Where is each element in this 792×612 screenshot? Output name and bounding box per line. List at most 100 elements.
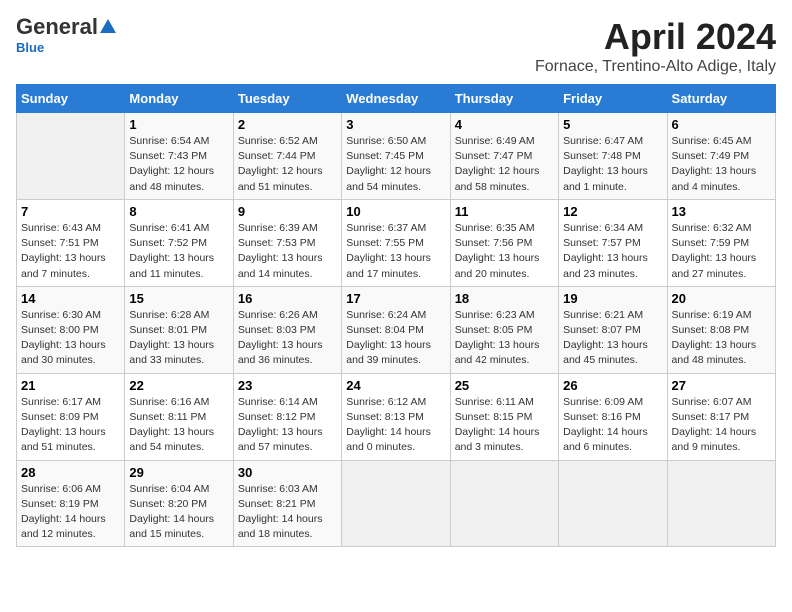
calendar-cell: 4 Sunrise: 6:49 AMSunset: 7:47 PMDaylight… bbox=[450, 113, 558, 200]
day-info: Sunrise: 6:06 AMSunset: 8:19 PMDaylight:… bbox=[21, 482, 120, 543]
day-info: Sunrise: 6:14 AMSunset: 8:12 PMDaylight:… bbox=[238, 395, 337, 456]
day-number: 16 bbox=[238, 291, 337, 306]
calendar-cell: 3Sunrise: 6:50 AMSunset: 7:45 PMDaylight… bbox=[342, 113, 450, 200]
day-number: 1 bbox=[129, 117, 228, 132]
calendar-cell: 27Sunrise: 6:07 AMSunset: 8:17 PMDayligh… bbox=[667, 373, 775, 460]
calendar-cell: 26Sunrise: 6:09 AMSunset: 8:16 PMDayligh… bbox=[559, 373, 667, 460]
calendar-cell: 13 Sunrise: 6:32 AMSunset: 7:59 PMDayligh… bbox=[667, 199, 775, 286]
calendar-cell bbox=[559, 460, 667, 547]
day-info: Sunrise: 6:19 AMSunset: 8:08 PMDaylight:… bbox=[672, 308, 771, 369]
day-info: Sunrise: 6:49 AMSunset: 7:47 PMDaylight:… bbox=[455, 134, 554, 195]
calendar-cell: 23 Sunrise: 6:14 AMSunset: 8:12 PMDayligh… bbox=[233, 373, 341, 460]
calendar-cell: 20 Sunrise: 6:19 AMSunset: 8:08 PMDayligh… bbox=[667, 286, 775, 373]
page-title: April 2024 bbox=[535, 16, 776, 58]
day-info: Sunrise: 6:41 AMSunset: 7:52 PMDaylight:… bbox=[129, 221, 228, 282]
day-number: 13 bbox=[672, 204, 771, 219]
calendar-cell: 6 Sunrise: 6:45 AMSunset: 7:49 PMDaylight… bbox=[667, 113, 775, 200]
day-info: Sunrise: 6:54 AMSunset: 7:43 PMDaylight:… bbox=[129, 134, 228, 195]
calendar-cell: 22Sunrise: 6:16 AMSunset: 8:11 PMDayligh… bbox=[125, 373, 233, 460]
calendar-week-row: 7 Sunrise: 6:43 AMSunset: 7:51 PMDaylight… bbox=[17, 199, 776, 286]
day-info: Sunrise: 6:17 AMSunset: 8:09 PMDaylight:… bbox=[21, 395, 120, 456]
day-number: 8 bbox=[129, 204, 228, 219]
calendar-cell: 10 Sunrise: 6:37 AMSunset: 7:55 PMDayligh… bbox=[342, 199, 450, 286]
calendar-cell: 11 Sunrise: 6:35 AMSunset: 7:56 PMDayligh… bbox=[450, 199, 558, 286]
day-number: 2 bbox=[238, 117, 337, 132]
calendar-cell: 16 Sunrise: 6:26 AMSunset: 8:03 PMDayligh… bbox=[233, 286, 341, 373]
calendar-cell: 12Sunrise: 6:34 AMSunset: 7:57 PMDayligh… bbox=[559, 199, 667, 286]
day-number: 14 bbox=[21, 291, 120, 306]
calendar-cell: 18 Sunrise: 6:23 AMSunset: 8:05 PMDayligh… bbox=[450, 286, 558, 373]
calendar-day-header: Friday bbox=[559, 85, 667, 113]
calendar-cell bbox=[342, 460, 450, 547]
calendar-cell: 19 Sunrise: 6:21 AMSunset: 8:07 PMDayligh… bbox=[559, 286, 667, 373]
day-info: Sunrise: 6:26 AMSunset: 8:03 PMDaylight:… bbox=[238, 308, 337, 369]
day-number: 24 bbox=[346, 378, 445, 393]
day-number: 11 bbox=[455, 204, 554, 219]
day-number: 17 bbox=[346, 291, 445, 306]
calendar-cell: 9 Sunrise: 6:39 AMSunset: 7:53 PMDaylight… bbox=[233, 199, 341, 286]
calendar-cell: 28Sunrise: 6:06 AMSunset: 8:19 PMDayligh… bbox=[17, 460, 125, 547]
day-info: Sunrise: 6:43 AMSunset: 7:51 PMDaylight:… bbox=[21, 221, 120, 282]
day-number: 25 bbox=[455, 378, 554, 393]
calendar-cell: 5 Sunrise: 6:47 AMSunset: 7:48 PMDaylight… bbox=[559, 113, 667, 200]
day-number: 9 bbox=[238, 204, 337, 219]
calendar-cell: 2 Sunrise: 6:52 AMSunset: 7:44 PMDaylight… bbox=[233, 113, 341, 200]
calendar-day-header: Sunday bbox=[17, 85, 125, 113]
day-number: 19 bbox=[563, 291, 662, 306]
calendar-cell: 14Sunrise: 6:30 AMSunset: 8:00 PMDayligh… bbox=[17, 286, 125, 373]
calendar-cell: 29 Sunrise: 6:04 AMSunset: 8:20 PMDayligh… bbox=[125, 460, 233, 547]
calendar-table: SundayMondayTuesdayWednesdayThursdayFrid… bbox=[16, 84, 776, 547]
day-info: Sunrise: 6:45 AMSunset: 7:49 PMDaylight:… bbox=[672, 134, 771, 195]
day-info: Sunrise: 6:21 AMSunset: 8:07 PMDaylight:… bbox=[563, 308, 662, 369]
day-info: Sunrise: 6:11 AMSunset: 8:15 PMDaylight:… bbox=[455, 395, 554, 456]
day-number: 12 bbox=[563, 204, 662, 219]
day-number: 18 bbox=[455, 291, 554, 306]
calendar-week-row: 14Sunrise: 6:30 AMSunset: 8:00 PMDayligh… bbox=[17, 286, 776, 373]
day-number: 23 bbox=[238, 378, 337, 393]
logo-blue: Blue bbox=[16, 40, 44, 55]
calendar-body: 1 Sunrise: 6:54 AMSunset: 7:43 PMDaylight… bbox=[17, 113, 776, 547]
logo-icon bbox=[99, 17, 117, 35]
calendar-cell: 1 Sunrise: 6:54 AMSunset: 7:43 PMDaylight… bbox=[125, 113, 233, 200]
day-number: 6 bbox=[672, 117, 771, 132]
day-number: 21 bbox=[21, 378, 120, 393]
day-number: 4 bbox=[455, 117, 554, 132]
calendar-week-row: 1 Sunrise: 6:54 AMSunset: 7:43 PMDaylight… bbox=[17, 113, 776, 200]
day-info: Sunrise: 6:03 AMSunset: 8:21 PMDaylight:… bbox=[238, 482, 337, 543]
calendar-cell: 17Sunrise: 6:24 AMSunset: 8:04 PMDayligh… bbox=[342, 286, 450, 373]
day-info: Sunrise: 6:52 AMSunset: 7:44 PMDaylight:… bbox=[238, 134, 337, 195]
calendar-cell: 21 Sunrise: 6:17 AMSunset: 8:09 PMDayligh… bbox=[17, 373, 125, 460]
day-info: Sunrise: 6:32 AMSunset: 7:59 PMDaylight:… bbox=[672, 221, 771, 282]
logo-general: General bbox=[16, 16, 98, 38]
day-info: Sunrise: 6:23 AMSunset: 8:05 PMDaylight:… bbox=[455, 308, 554, 369]
day-number: 15 bbox=[129, 291, 228, 306]
calendar-cell bbox=[667, 460, 775, 547]
day-number: 5 bbox=[563, 117, 662, 132]
calendar-day-header: Wednesday bbox=[342, 85, 450, 113]
day-number: 7 bbox=[21, 204, 120, 219]
day-number: 10 bbox=[346, 204, 445, 219]
calendar-day-header: Monday bbox=[125, 85, 233, 113]
calendar-week-row: 21 Sunrise: 6:17 AMSunset: 8:09 PMDayligh… bbox=[17, 373, 776, 460]
day-number: 29 bbox=[129, 465, 228, 480]
day-number: 30 bbox=[238, 465, 337, 480]
day-info: Sunrise: 6:04 AMSunset: 8:20 PMDaylight:… bbox=[129, 482, 228, 543]
day-number: 20 bbox=[672, 291, 771, 306]
day-info: Sunrise: 6:37 AMSunset: 7:55 PMDaylight:… bbox=[346, 221, 445, 282]
calendar-cell: 30 Sunrise: 6:03 AMSunset: 8:21 PMDayligh… bbox=[233, 460, 341, 547]
day-number: 26 bbox=[563, 378, 662, 393]
day-number: 22 bbox=[129, 378, 228, 393]
day-info: Sunrise: 6:39 AMSunset: 7:53 PMDaylight:… bbox=[238, 221, 337, 282]
calendar-header-row: SundayMondayTuesdayWednesdayThursdayFrid… bbox=[17, 85, 776, 113]
day-info: Sunrise: 6:50 AMSunset: 7:45 PMDaylight:… bbox=[346, 134, 445, 195]
day-info: Sunrise: 6:12 AMSunset: 8:13 PMDaylight:… bbox=[346, 395, 445, 456]
calendar-cell: 7 Sunrise: 6:43 AMSunset: 7:51 PMDaylight… bbox=[17, 199, 125, 286]
calendar-day-header: Saturday bbox=[667, 85, 775, 113]
day-info: Sunrise: 6:47 AMSunset: 7:48 PMDaylight:… bbox=[563, 134, 662, 195]
calendar-cell: 8 Sunrise: 6:41 AMSunset: 7:52 PMDaylight… bbox=[125, 199, 233, 286]
day-info: Sunrise: 6:35 AMSunset: 7:56 PMDaylight:… bbox=[455, 221, 554, 282]
calendar-day-header: Tuesday bbox=[233, 85, 341, 113]
title-block: April 2024 Fornace, Trentino-Alto Adige,… bbox=[535, 16, 776, 76]
calendar-cell bbox=[17, 113, 125, 200]
calendar-cell: 25 Sunrise: 6:11 AMSunset: 8:15 PMDayligh… bbox=[450, 373, 558, 460]
